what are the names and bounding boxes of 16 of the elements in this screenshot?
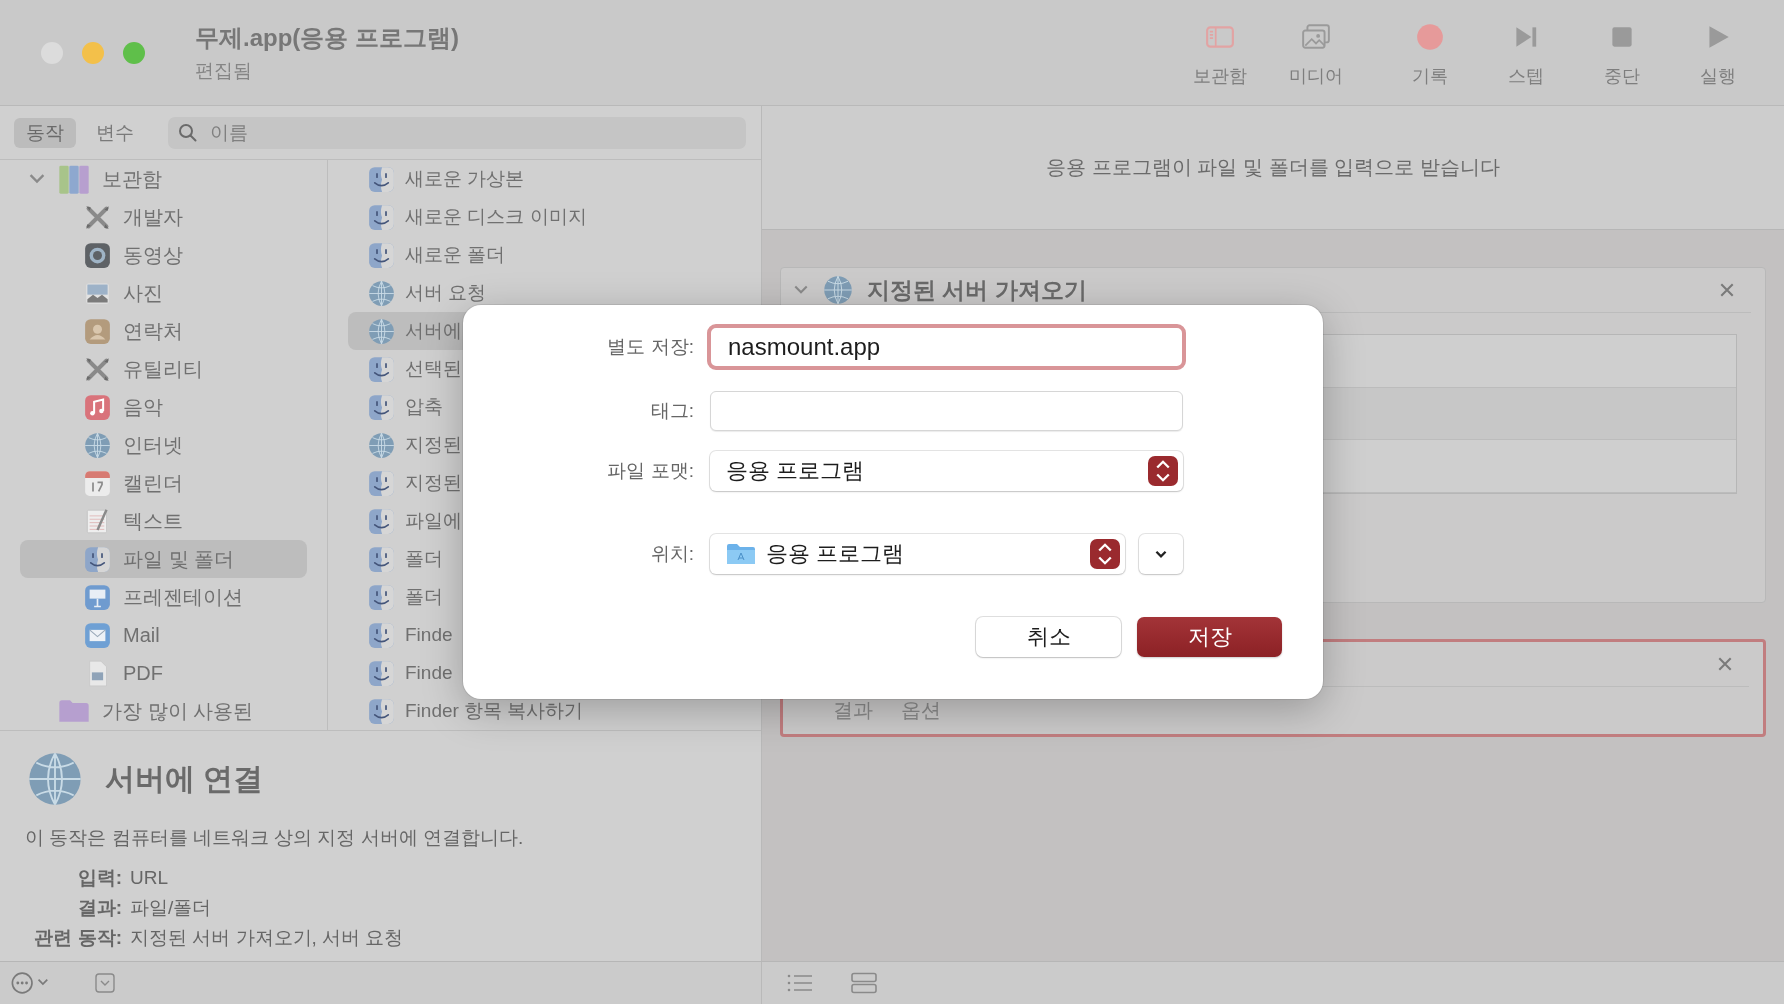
detail-value: 파일/폴더 bbox=[130, 896, 213, 920]
description-text: 이 동작은 컴퓨터를 네트워크 상의 지정 서버에 연결합니다. bbox=[25, 826, 525, 850]
workflow-input-text: 응용 프로그램이 파일 및 폴더를 입력으로 받습니다 bbox=[1046, 155, 1500, 180]
field-label: 파일 포맷: bbox=[606, 459, 694, 483]
detail-value: 지정된 서버 가져오기, 서버 요청 bbox=[130, 926, 404, 950]
detail-label: 결과: bbox=[76, 896, 122, 920]
field-label: 태그: bbox=[649, 399, 694, 423]
field-label: 위치: bbox=[649, 542, 694, 566]
action-title: 지정된 서버 가져오기 bbox=[867, 275, 1087, 305]
detail-label: 관련 동작: bbox=[33, 926, 122, 950]
window-subtitle: 편집됨 bbox=[195, 58, 253, 83]
field-label: 별도 저장: bbox=[606, 335, 694, 359]
detail-label: 입력: bbox=[76, 866, 122, 890]
window-title: 무제.app(응용 프로그램) bbox=[195, 22, 459, 53]
description-title: 서버에 연결 bbox=[105, 760, 264, 797]
detail-value: URL bbox=[130, 866, 169, 890]
